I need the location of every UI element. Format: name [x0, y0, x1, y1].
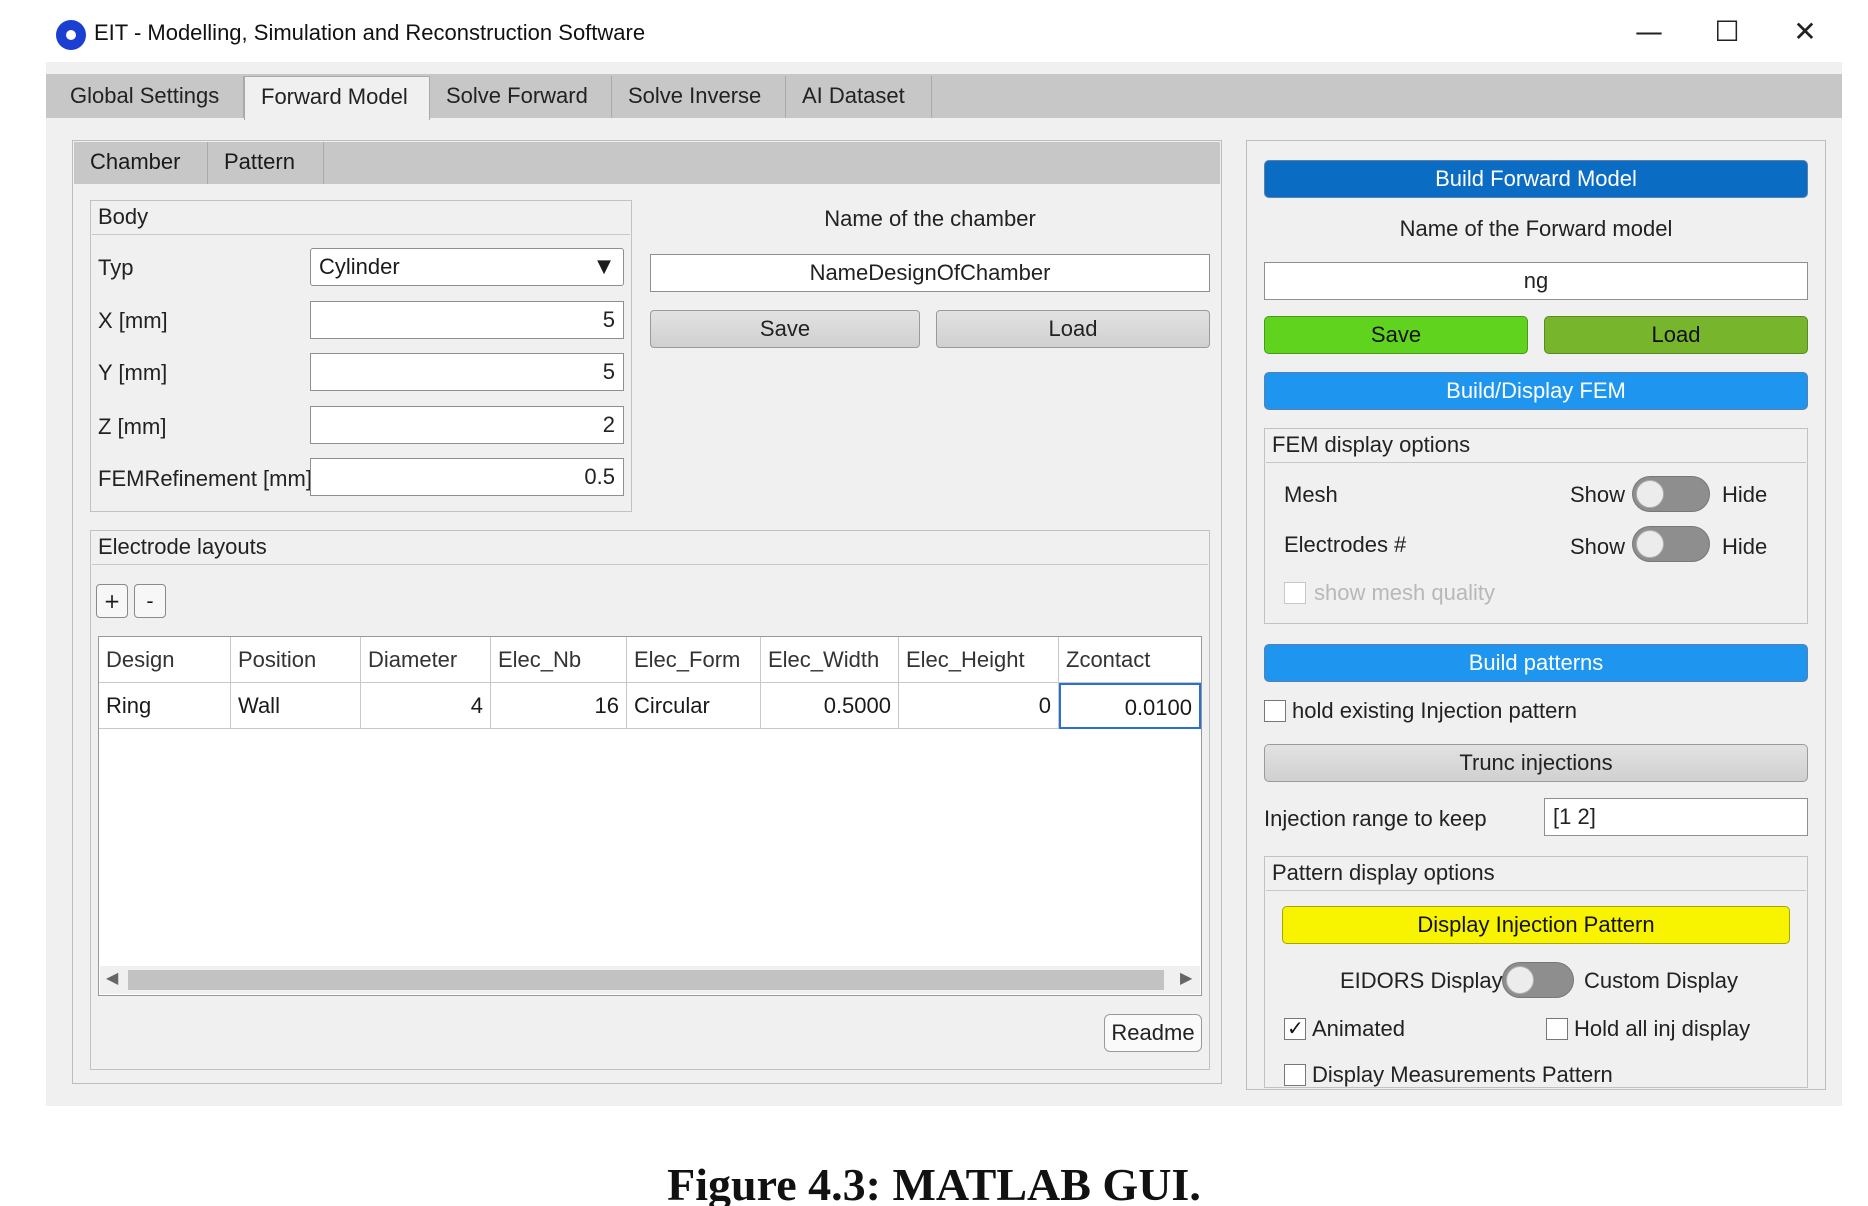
tab-global-settings[interactable]: Global Settings: [54, 76, 244, 118]
hold-injection-label: hold existing Injection pattern: [1292, 698, 1577, 723]
mesh-toggle[interactable]: [1632, 476, 1710, 512]
body-divider: [92, 234, 630, 235]
electrode-table: Design Position Diameter Elec_Nb Elec_Fo…: [98, 636, 1202, 996]
display-measurements-checkbox[interactable]: [1284, 1064, 1306, 1086]
column-header[interactable]: Position: [231, 637, 361, 683]
toggle-knob: [1636, 480, 1664, 508]
table-cell[interactable]: 0.5000: [761, 683, 899, 729]
column-header[interactable]: Diameter: [361, 637, 491, 683]
pattern-display-options-title: Pattern display options: [1272, 860, 1495, 885]
mesh-hide-label: Hide: [1722, 482, 1768, 507]
custom-display-label: Custom Display: [1584, 968, 1739, 993]
injection-range-label: Injection range to keep: [1264, 806, 1487, 831]
z-label: Z [mm]: [98, 414, 167, 439]
build-forward-model-button[interactable]: Build Forward Model: [1264, 160, 1808, 198]
column-header[interactable]: Zcontact: [1059, 637, 1201, 683]
column-header[interactable]: Design: [99, 637, 231, 683]
forward-model-name-label: Name of the Forward model: [1399, 216, 1673, 241]
tab-solve-forward[interactable]: Solve Forward: [430, 76, 612, 118]
typ-value: Cylinder: [319, 254, 400, 279]
mesh-show-label: Show: [1570, 482, 1626, 507]
trunc-injections-button[interactable]: Trunc injections: [1264, 744, 1808, 782]
dropdown-arrow-icon: ▼: [597, 256, 611, 277]
mesh-quality-label: show mesh quality: [1314, 580, 1495, 605]
x-input[interactable]: 5: [310, 301, 624, 339]
close-button[interactable]: ✕: [1780, 12, 1830, 52]
electrodes-label: Electrodes #: [1284, 532, 1407, 557]
readme-button[interactable]: Readme: [1104, 1014, 1202, 1052]
table-cell[interactable]: 4: [361, 683, 491, 729]
add-electrode-button[interactable]: +: [96, 584, 128, 618]
tab-solve-inverse[interactable]: Solve Inverse: [612, 76, 786, 118]
electrodes-toggle[interactable]: [1632, 526, 1710, 562]
table-cell[interactable]: 16: [491, 683, 627, 729]
typ-dropdown[interactable]: Cylinder ▼: [310, 248, 624, 286]
fem-options-divider: [1266, 462, 1806, 463]
maximize-button[interactable]: ☐: [1702, 12, 1752, 52]
hold-all-checkbox[interactable]: [1546, 1018, 1568, 1040]
chamber-save-button[interactable]: Save: [650, 310, 920, 348]
electrode-layouts-title: Electrode layouts: [98, 534, 267, 559]
hold-injection-checkbox[interactable]: [1264, 700, 1286, 722]
remove-electrode-button[interactable]: -: [134, 584, 166, 618]
table-cell[interactable]: Ring: [99, 683, 231, 729]
toggle-knob: [1636, 530, 1664, 558]
build-patterns-button[interactable]: Build patterns: [1264, 644, 1808, 682]
toggle-knob: [1506, 966, 1534, 994]
window-title: EIT - Modelling, Simulation and Reconstr…: [94, 20, 646, 45]
table-cell[interactable]: Circular: [627, 683, 761, 729]
forward-model-name-input[interactable]: ng: [1264, 262, 1808, 300]
tab-ai-dataset[interactable]: AI Dataset: [786, 76, 932, 118]
x-label: X [mm]: [98, 308, 168, 333]
build-display-fem-button[interactable]: Build/Display FEM: [1264, 372, 1808, 410]
column-header[interactable]: Elec_Nb: [491, 637, 627, 683]
body-title: Body: [98, 204, 149, 229]
table-cell[interactable]: Wall: [231, 683, 361, 729]
tab-pattern[interactable]: Pattern: [208, 142, 324, 184]
chamber-name-input[interactable]: NameDesignOfChamber: [650, 254, 1210, 292]
scroll-left-icon[interactable]: ◀: [106, 968, 118, 987]
electrodes-hide-label: Hide: [1722, 534, 1768, 559]
pattern-options-divider: [1266, 890, 1806, 891]
display-measurements-label: Display Measurements Pattern: [1312, 1062, 1613, 1087]
typ-label: Typ: [98, 255, 134, 280]
animated-checkbox[interactable]: [1284, 1016, 1306, 1040]
mesh-quality-checkbox[interactable]: [1284, 582, 1306, 604]
y-input[interactable]: 5: [310, 353, 624, 391]
tab-chamber[interactable]: Chamber: [74, 142, 208, 184]
animated-label: Animated: [1312, 1016, 1405, 1041]
electrodes-show-label: Show: [1570, 534, 1626, 559]
column-header[interactable]: Elec_Width: [761, 637, 899, 683]
fem-refinement-input[interactable]: 0.5: [310, 458, 624, 496]
table-cell-selected[interactable]: 0.0100: [1059, 683, 1201, 729]
scroll-right-icon[interactable]: ▶: [1180, 968, 1192, 987]
y-label: Y [mm]: [98, 360, 168, 385]
minimize-button[interactable]: —: [1624, 12, 1674, 52]
fem-display-options-title: FEM display options: [1272, 432, 1471, 457]
eidors-display-label: EIDORS Display: [1340, 968, 1503, 993]
forward-load-button[interactable]: Load: [1544, 316, 1808, 354]
column-header[interactable]: Elec_Height: [899, 637, 1059, 683]
chamber-load-button[interactable]: Load: [936, 310, 1210, 348]
column-header[interactable]: Elec_Form: [627, 637, 761, 683]
app-icon: [56, 20, 86, 50]
fem-refinement-label: FEMRefinement [mm]: [98, 466, 312, 491]
display-injection-pattern-button[interactable]: Display Injection Pattern: [1282, 906, 1790, 944]
display-mode-toggle[interactable]: [1502, 962, 1574, 998]
tab-forward-model[interactable]: Forward Model: [244, 76, 430, 120]
chamber-name-label: Name of the chamber: [824, 206, 1036, 231]
figure-caption: Figure 4.3: MATLAB GUI.: [667, 1159, 1201, 1206]
hold-all-label: Hold all inj display: [1574, 1016, 1751, 1041]
scrollbar-thumb[interactable]: [128, 970, 1164, 990]
mesh-label: Mesh: [1284, 482, 1338, 507]
electrode-divider: [92, 564, 1208, 565]
injection-range-input[interactable]: [1 2]: [1544, 798, 1808, 836]
z-input[interactable]: 2: [310, 406, 624, 444]
forward-save-button[interactable]: Save: [1264, 316, 1528, 354]
table-cell[interactable]: 0: [899, 683, 1059, 729]
